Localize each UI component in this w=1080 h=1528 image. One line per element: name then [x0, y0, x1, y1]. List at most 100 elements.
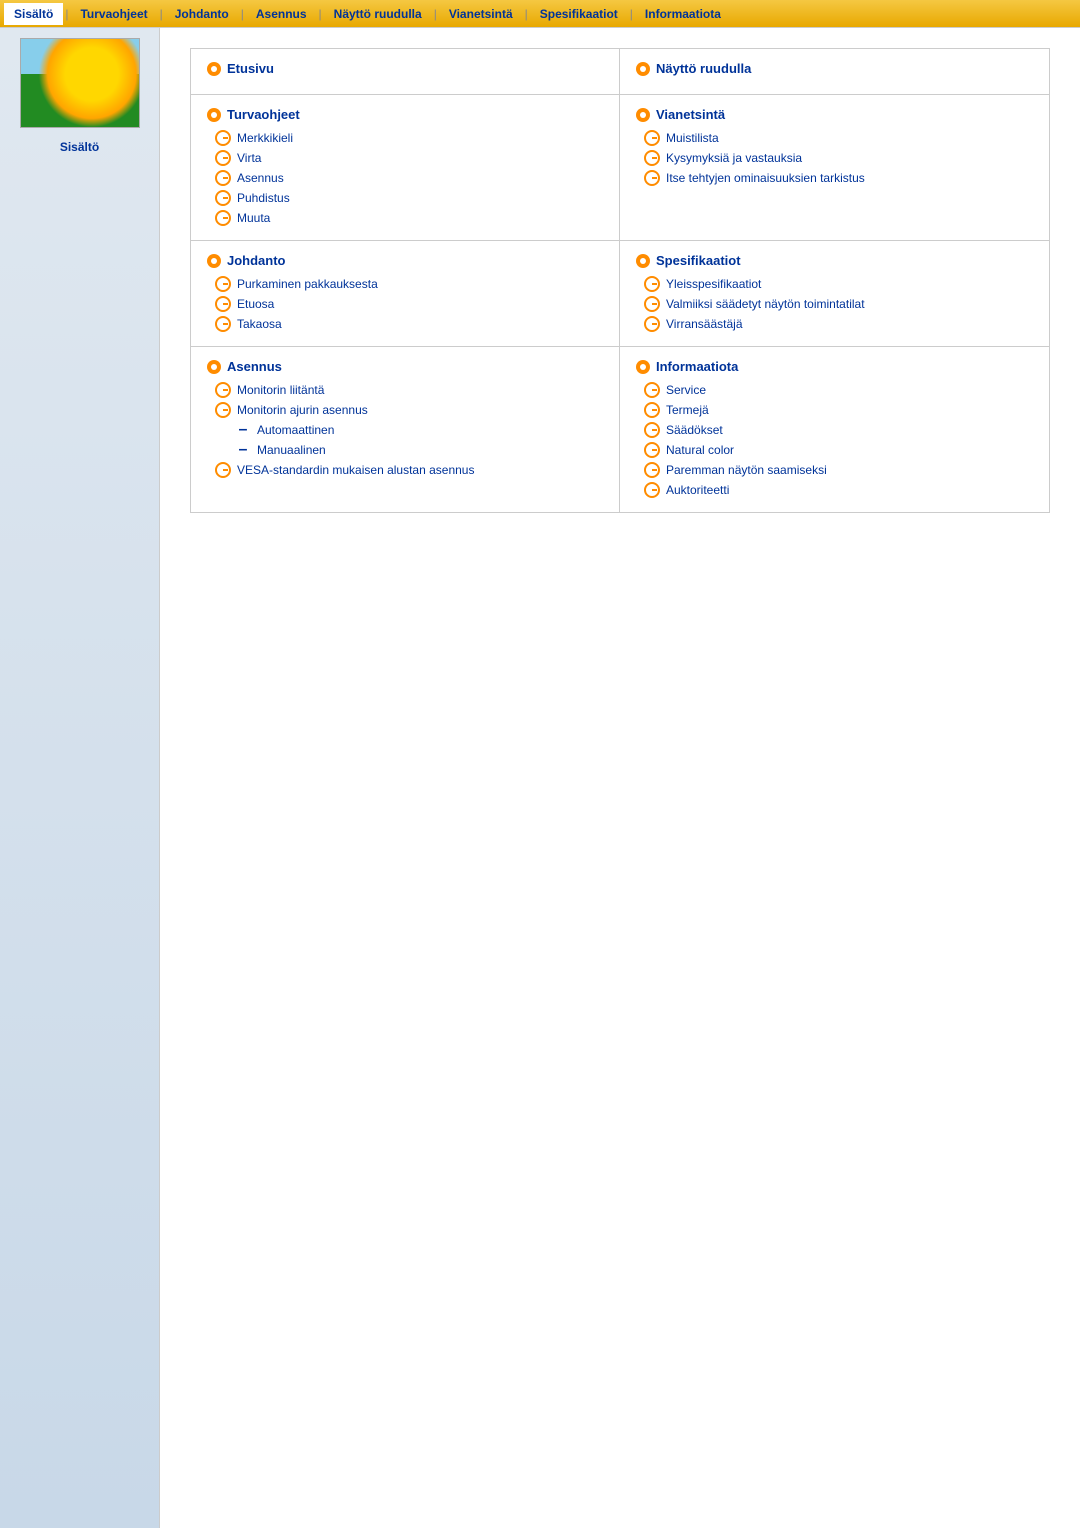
kysymyksia-label: Kysymyksiä ja vastauksia — [666, 151, 802, 165]
item-natural-color[interactable]: Natural color — [636, 440, 1033, 460]
item-saadokset[interactable]: Säädökset — [636, 420, 1033, 440]
muistilista-icon — [644, 130, 660, 146]
item-automaattinen[interactable]: – Automaattinen — [207, 420, 603, 440]
purkaminen-label: Purkaminen pakkauksesta — [237, 277, 378, 291]
naytto-title[interactable]: Näyttö ruudulla — [636, 61, 1033, 76]
spesifikaatiot-title[interactable]: Spesifikaatiot — [636, 253, 1033, 268]
monitorin-liitanta-label: Monitorin liitäntä — [237, 383, 324, 397]
nav-item-sisalto[interactable]: Sisältö — [4, 3, 63, 25]
monitorin-liitanta-icon — [215, 382, 231, 398]
vianetsinta-icon — [636, 108, 650, 122]
yleis-icon — [644, 276, 660, 292]
saadokset-icon — [644, 422, 660, 438]
item-vesa[interactable]: VESA-standardin mukaisen alustan asennus — [207, 460, 603, 480]
section-etusivu: Etusivu — [191, 49, 620, 95]
item-monitorin-ajurin[interactable]: Monitorin ajurin asennus — [207, 400, 603, 420]
nav-item-turvaohjeet[interactable]: Turvaohjeet — [70, 3, 157, 25]
johdanto-label: Johdanto — [227, 253, 286, 268]
paremman-icon — [644, 462, 660, 478]
auktoriteetti-icon — [644, 482, 660, 498]
johdanto-title[interactable]: Johdanto — [207, 253, 603, 268]
item-auktoriteetti[interactable]: Auktoriteetti — [636, 480, 1033, 500]
merkkikieli-label: Merkkikieli — [237, 131, 293, 145]
monitorin-ajurin-label: Monitorin ajurin asennus — [237, 403, 368, 417]
section-naytto: Näyttö ruudulla — [620, 49, 1049, 95]
etusivu-label: Etusivu — [227, 61, 274, 76]
purkaminen-icon — [215, 276, 231, 292]
item-valmiiksi[interactable]: Valmiiksi säädetyt näytön toimintatilat — [636, 294, 1033, 314]
virransaastaja-label: Virransäästäjä — [666, 317, 743, 331]
item-purkaminen[interactable]: Purkaminen pakkauksesta — [207, 274, 603, 294]
informaatiota-title[interactable]: Informaatiota — [636, 359, 1033, 374]
puhdistus-label: Puhdistus — [237, 191, 290, 205]
sidebar-image-inner — [21, 39, 139, 127]
spesifikaatiot-icon — [636, 254, 650, 268]
item-monitorin-liitanta[interactable]: Monitorin liitäntä — [207, 380, 603, 400]
muuta-icon — [215, 210, 231, 226]
etusivu-icon — [207, 62, 221, 76]
nav-item-johdanto[interactable]: Johdanto — [165, 3, 239, 25]
itse-icon — [644, 170, 660, 186]
nav-sep-3: | — [239, 7, 246, 21]
nav-item-asennus[interactable]: Asennus — [246, 3, 317, 25]
vianetsinta-title[interactable]: Vianetsintä — [636, 107, 1033, 122]
section-vianetsinta: Vianetsintä Muistilista Kysymyksiä ja va… — [620, 95, 1049, 241]
muistilista-label: Muistilista — [666, 131, 719, 145]
main-content: Etusivu Näyttö ruudulla Turvaohjeet Merk… — [160, 28, 1080, 1528]
etusivu-title[interactable]: Etusivu — [207, 61, 603, 76]
vianetsinta-label: Vianetsintä — [656, 107, 725, 122]
turvaohjeet-title[interactable]: Turvaohjeet — [207, 107, 603, 122]
itse-label: Itse tehtyjen ominaisuuksien tarkistus — [666, 171, 865, 185]
item-etuosa[interactable]: Etuosa — [207, 294, 603, 314]
item-termeja[interactable]: Termejä — [636, 400, 1033, 420]
item-manuaalinen[interactable]: – Manuaalinen — [207, 440, 603, 460]
paremman-label: Paremman näytön saamiseksi — [666, 463, 827, 477]
item-service[interactable]: Service — [636, 380, 1033, 400]
naytto-icon — [636, 62, 650, 76]
manuaalinen-icon: – — [235, 442, 251, 458]
asennus-icon — [207, 360, 221, 374]
nav-item-informaatiota[interactable]: Informaatiota — [635, 3, 731, 25]
item-puhdistus[interactable]: Puhdistus — [207, 188, 603, 208]
item-itse[interactable]: Itse tehtyjen ominaisuuksien tarkistus — [636, 168, 1033, 188]
yleis-label: Yleisspesifikaatiot — [666, 277, 761, 291]
item-kysymyksia[interactable]: Kysymyksiä ja vastauksia — [636, 148, 1033, 168]
service-icon — [644, 382, 660, 398]
sidebar-label: Sisältö — [60, 140, 99, 154]
takaosa-icon — [215, 316, 231, 332]
nav-sep-5: | — [432, 7, 439, 21]
valmiiksi-label: Valmiiksi säädetyt näytön toimintatilat — [666, 297, 865, 311]
item-merkkikieli[interactable]: Merkkikieli — [207, 128, 603, 148]
item-takaosa[interactable]: Takaosa — [207, 314, 603, 334]
asennus-label: Asennus — [227, 359, 282, 374]
nav-item-naytto[interactable]: Näyttö ruudulla — [324, 3, 432, 25]
nav-sep-7: | — [628, 7, 635, 21]
content-grid: Etusivu Näyttö ruudulla Turvaohjeet Merk… — [190, 48, 1050, 513]
item-paremman[interactable]: Paremman näytön saamiseksi — [636, 460, 1033, 480]
natural-color-icon — [644, 442, 660, 458]
item-muuta[interactable]: Muuta — [207, 208, 603, 228]
layout: Sisältö Etusivu Näyttö ruudulla — [0, 28, 1080, 1528]
item-virransaastaja[interactable]: Virransäästäjä — [636, 314, 1033, 334]
section-turvaohjeet: Turvaohjeet Merkkikieli Virta Asennus Pu… — [191, 95, 620, 241]
turvaohjeet-icon — [207, 108, 221, 122]
informaatiota-icon — [636, 360, 650, 374]
item-virta[interactable]: Virta — [207, 148, 603, 168]
nav-item-vianetsinta[interactable]: Vianetsintä — [439, 3, 523, 25]
asennus-sub-label: Asennus — [237, 171, 284, 185]
asennus-title[interactable]: Asennus — [207, 359, 603, 374]
nav-sep-2: | — [158, 7, 165, 21]
item-yleis[interactable]: Yleisspesifikaatiot — [636, 274, 1033, 294]
takaosa-label: Takaosa — [237, 317, 282, 331]
nav-item-spesifikaatiot[interactable]: Spesifikaatiot — [530, 3, 628, 25]
manuaalinen-label: Manuaalinen — [257, 443, 326, 457]
valmiiksi-icon — [644, 296, 660, 312]
item-asennus-sub[interactable]: Asennus — [207, 168, 603, 188]
kysymyksia-icon — [644, 150, 660, 166]
item-muistilista[interactable]: Muistilista — [636, 128, 1033, 148]
natural-color-label: Natural color — [666, 443, 734, 457]
puhdistus-icon — [215, 190, 231, 206]
vesa-label: VESA-standardin mukaisen alustan asennus — [237, 463, 474, 477]
automaattinen-label: Automaattinen — [257, 423, 334, 437]
virta-icon — [215, 150, 231, 166]
